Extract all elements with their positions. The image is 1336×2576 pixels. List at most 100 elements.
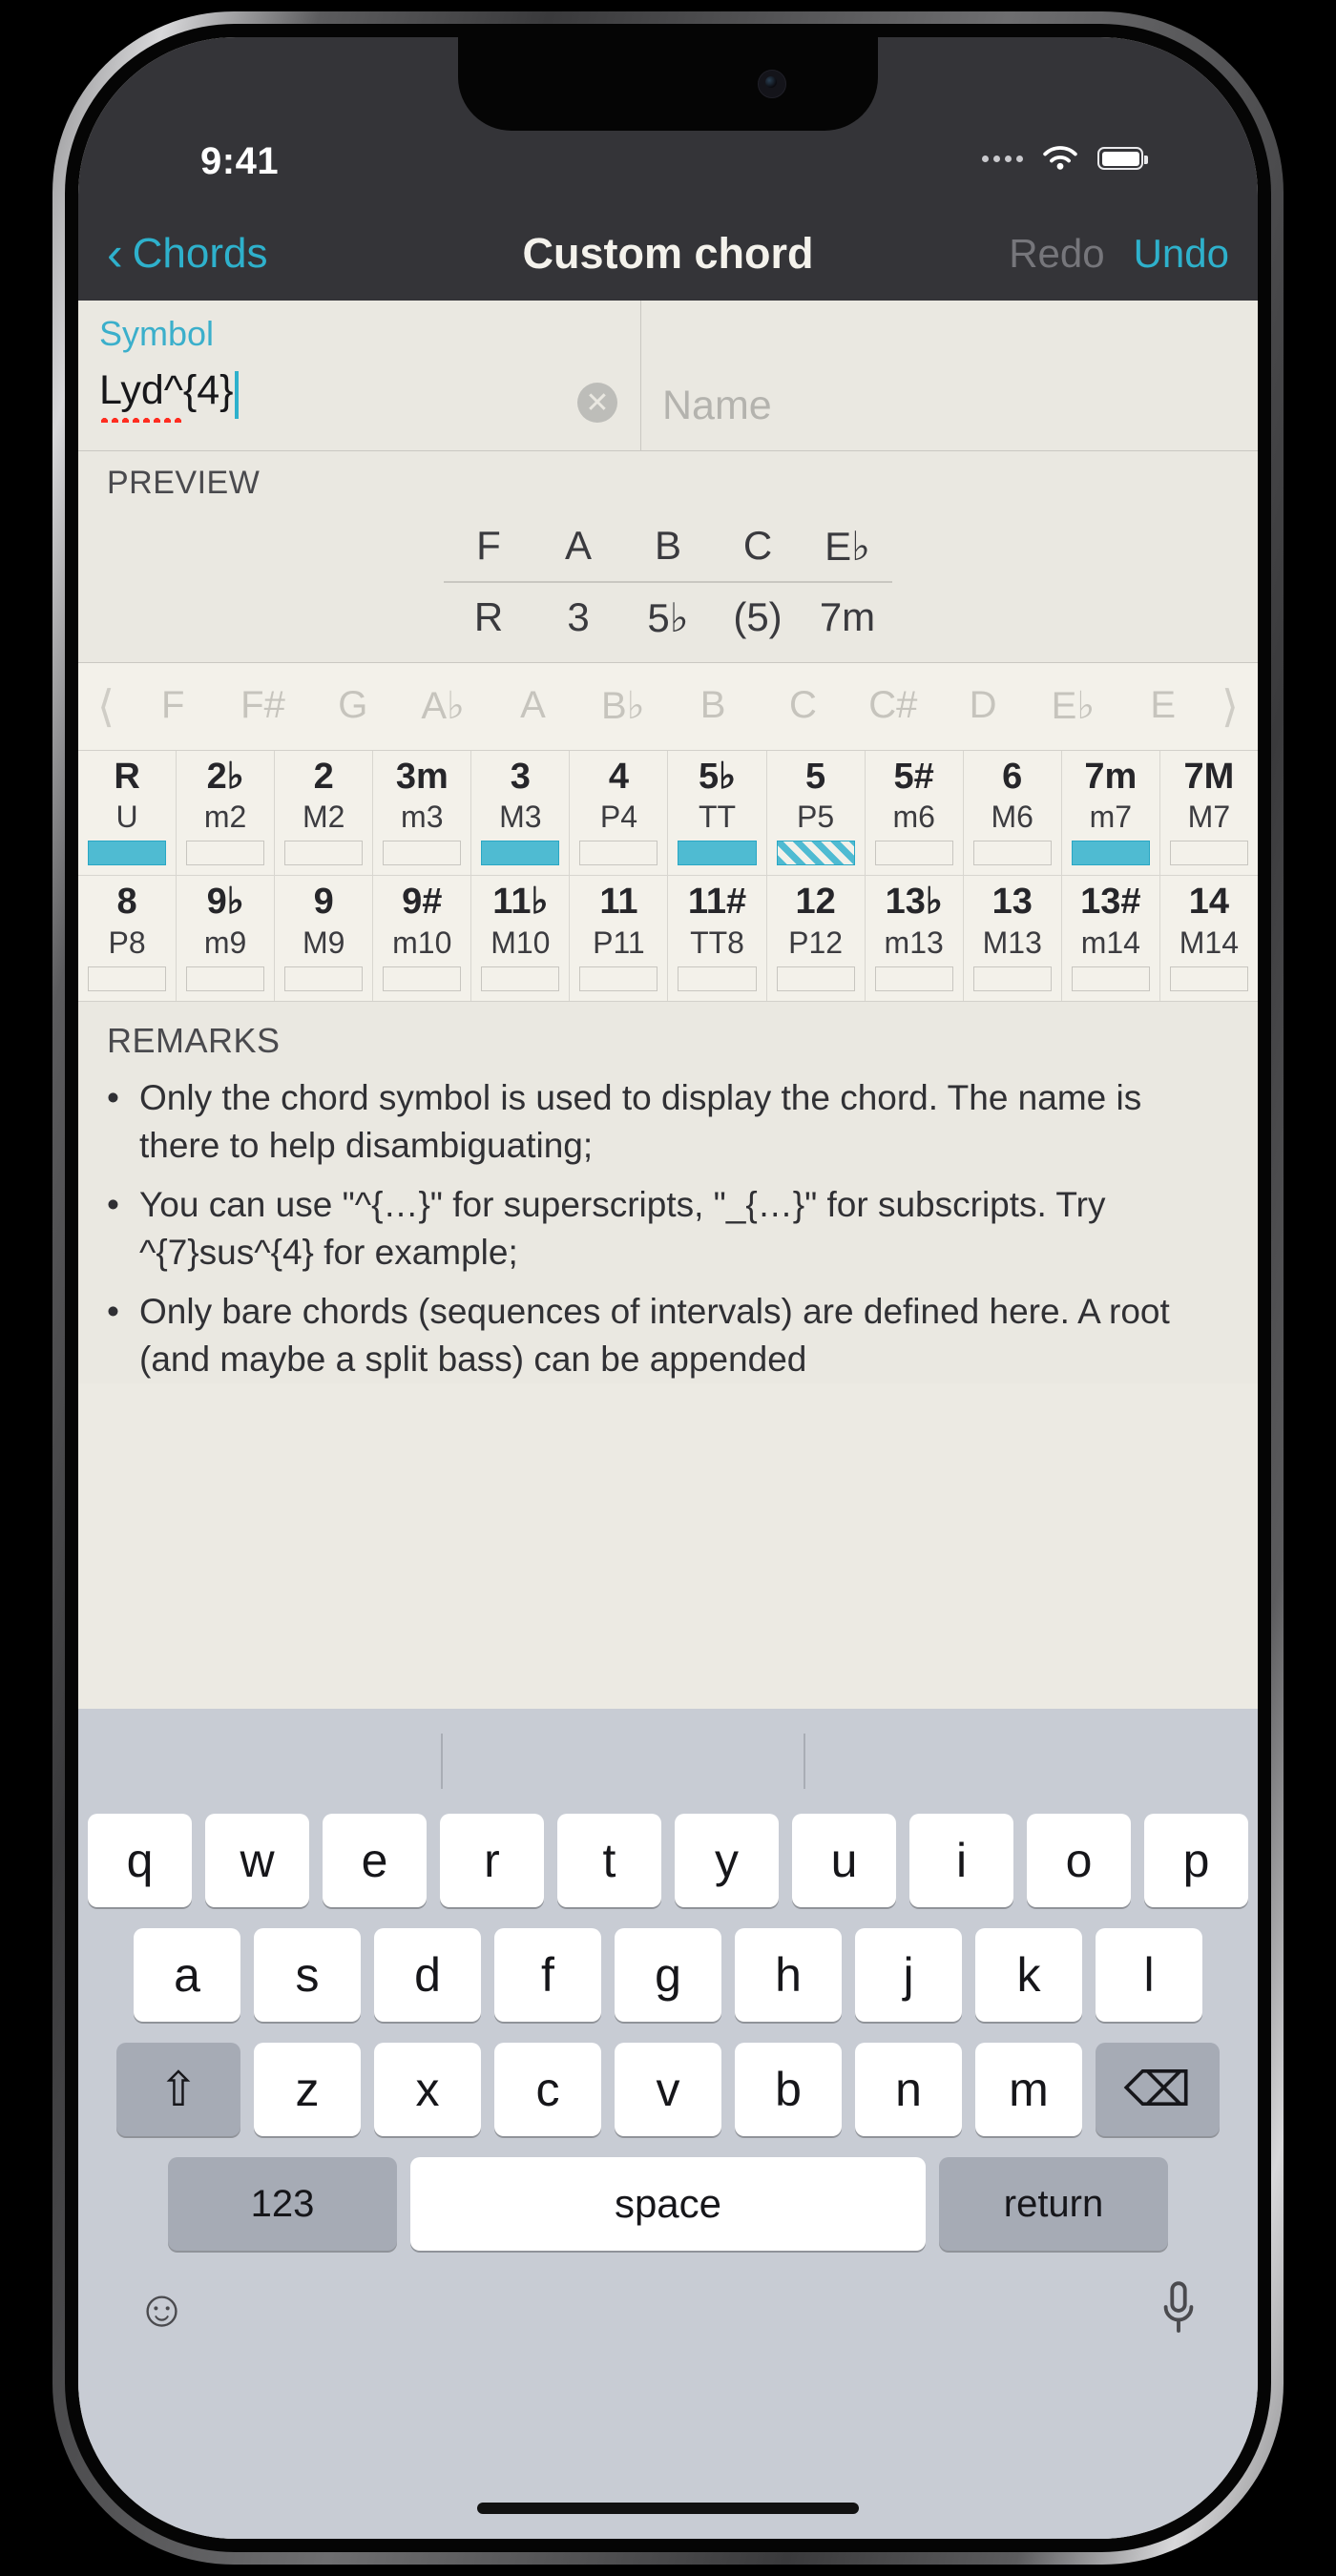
interval-toggle[interactable]	[284, 841, 364, 866]
interval-cell[interactable]: 5# m6	[864, 750, 963, 876]
interval-cell[interactable]: 3 M3	[470, 750, 569, 876]
name-input-placeholder[interactable]: Name	[662, 383, 772, 450]
symbol-field[interactable]: Symbol Lyd^{4} ✕	[78, 301, 641, 450]
undo-button[interactable]: Undo	[1134, 231, 1229, 277]
root-picker[interactable]: ⟨ F F# G A♭ A B♭ B C C# D E♭ E ⟩	[78, 662, 1258, 751]
key-n[interactable]: n	[855, 2043, 962, 2136]
interval-cell[interactable]: 14 M14	[1159, 876, 1258, 1001]
root-item[interactable]: B	[668, 684, 758, 728]
key-c[interactable]: c	[494, 2043, 601, 2136]
root-item[interactable]: A♭	[398, 684, 488, 728]
key-r[interactable]: r	[440, 1814, 544, 1907]
key-g[interactable]: g	[615, 1928, 721, 2022]
key-s[interactable]: s	[254, 1928, 361, 2022]
root-item[interactable]: F	[128, 684, 218, 728]
interval-toggle[interactable]	[186, 966, 265, 991]
root-item[interactable]: A	[488, 684, 577, 728]
key-d[interactable]: d	[374, 1928, 481, 2022]
root-item[interactable]: E♭	[1028, 684, 1117, 728]
return-key[interactable]: return	[939, 2157, 1168, 2251]
interval-toggle[interactable]	[481, 841, 560, 866]
interval-toggle[interactable]	[972, 966, 1052, 991]
interval-toggle[interactable]	[383, 966, 462, 991]
interval-toggle[interactable]	[1169, 841, 1248, 866]
root-item[interactable]: E	[1118, 684, 1208, 728]
symbol-input[interactable]: Lyd^{4}	[99, 367, 234, 423]
interval-cell[interactable]: 7M M7	[1159, 750, 1258, 876]
interval-cell[interactable]: 13♭ m13	[864, 876, 963, 1001]
interval-toggle[interactable]	[1071, 841, 1150, 866]
shift-key[interactable]: ⇧	[116, 2043, 240, 2136]
key-i[interactable]: i	[909, 1814, 1013, 1907]
backspace-key[interactable]: ⌫	[1096, 2043, 1220, 2136]
space-key[interactable]: space	[410, 2157, 926, 2251]
key-j[interactable]: j	[855, 1928, 962, 2022]
interval-cell[interactable]: 13# m14	[1060, 876, 1159, 1001]
interval-cell[interactable]: 11♭ M10	[470, 876, 569, 1001]
interval-toggle[interactable]	[874, 841, 953, 866]
interval-cell[interactable]: 9 M9	[274, 876, 372, 1001]
interval-toggle[interactable]	[874, 966, 953, 991]
interval-cell[interactable]: 5 P5	[765, 750, 865, 876]
interval-cell[interactable]: 2 M2	[274, 750, 372, 876]
interval-toggle[interactable]	[88, 966, 167, 991]
key-k[interactable]: k	[975, 1928, 1082, 2022]
clear-icon[interactable]: ✕	[577, 383, 617, 423]
key-t[interactable]: t	[557, 1814, 661, 1907]
interval-toggle[interactable]	[284, 966, 364, 991]
interval-cell[interactable]: 7m m7	[1060, 750, 1159, 876]
key-h[interactable]: h	[735, 1928, 842, 2022]
interval-toggle[interactable]	[776, 841, 855, 866]
interval-toggle[interactable]	[972, 841, 1052, 866]
interval-toggle[interactable]	[88, 841, 167, 866]
interval-cell[interactable]: 3m m3	[372, 750, 470, 876]
key-v[interactable]: v	[615, 2043, 721, 2136]
interval-toggle[interactable]	[383, 841, 462, 866]
interval-cell[interactable]: 12 P12	[765, 876, 865, 1001]
key-w[interactable]: w	[205, 1814, 309, 1907]
root-item[interactable]: C#	[848, 684, 938, 728]
key-m[interactable]: m	[975, 2043, 1082, 2136]
scroll-right-icon[interactable]: ⟩	[1208, 680, 1252, 732]
key-o[interactable]: o	[1027, 1814, 1131, 1907]
key-y[interactable]: y	[675, 1814, 779, 1907]
interval-cell[interactable]: 11# TT8	[667, 876, 765, 1001]
key-e[interactable]: e	[323, 1814, 427, 1907]
key-z[interactable]: z	[254, 2043, 361, 2136]
root-item[interactable]: C	[758, 684, 847, 728]
back-button[interactable]: ‹ Chords	[107, 230, 268, 278]
key-u[interactable]: u	[792, 1814, 896, 1907]
interval-toggle[interactable]	[678, 966, 757, 991]
key-q[interactable]: q	[88, 1814, 192, 1907]
root-item[interactable]: B♭	[578, 684, 668, 728]
interval-cell[interactable]: 11 P11	[569, 876, 667, 1001]
symbol-input-wrap[interactable]: Lyd^{4}	[99, 367, 619, 423]
interval-toggle[interactable]	[678, 841, 757, 866]
scroll-left-icon[interactable]: ⟨	[84, 680, 128, 732]
key-a[interactable]: a	[134, 1928, 240, 2022]
interval-cell[interactable]: 5♭ TT	[667, 750, 765, 876]
key-p[interactable]: p	[1144, 1814, 1248, 1907]
home-indicator[interactable]	[477, 2503, 859, 2514]
interval-toggle[interactable]	[776, 966, 855, 991]
interval-toggle[interactable]	[579, 841, 658, 866]
interval-toggle[interactable]	[579, 966, 658, 991]
interval-toggle[interactable]	[1071, 966, 1150, 991]
key-l[interactable]: l	[1096, 1928, 1202, 2022]
interval-toggle[interactable]	[481, 966, 560, 991]
emoji-icon[interactable]: ☺	[136, 2279, 188, 2338]
microphone-icon[interactable]	[1157, 2279, 1200, 2338]
interval-cell[interactable]: 8 P8	[78, 876, 176, 1001]
numbers-key[interactable]: 123	[168, 2157, 397, 2251]
key-x[interactable]: x	[374, 2043, 481, 2136]
name-field[interactable]: Name	[641, 301, 1258, 450]
interval-cell[interactable]: RU	[78, 751, 176, 876]
root-item[interactable]: D	[938, 684, 1028, 728]
key-b[interactable]: b	[735, 2043, 842, 2136]
interval-cell[interactable]: 6 M6	[962, 750, 1061, 876]
interval-cell[interactable]: 9♭ m9	[176, 876, 274, 1001]
root-item[interactable]: G	[308, 684, 398, 728]
interval-toggle[interactable]	[1169, 966, 1248, 991]
interval-cell[interactable]: 13 M13	[962, 876, 1061, 1001]
redo-button[interactable]: Redo	[1009, 231, 1104, 277]
